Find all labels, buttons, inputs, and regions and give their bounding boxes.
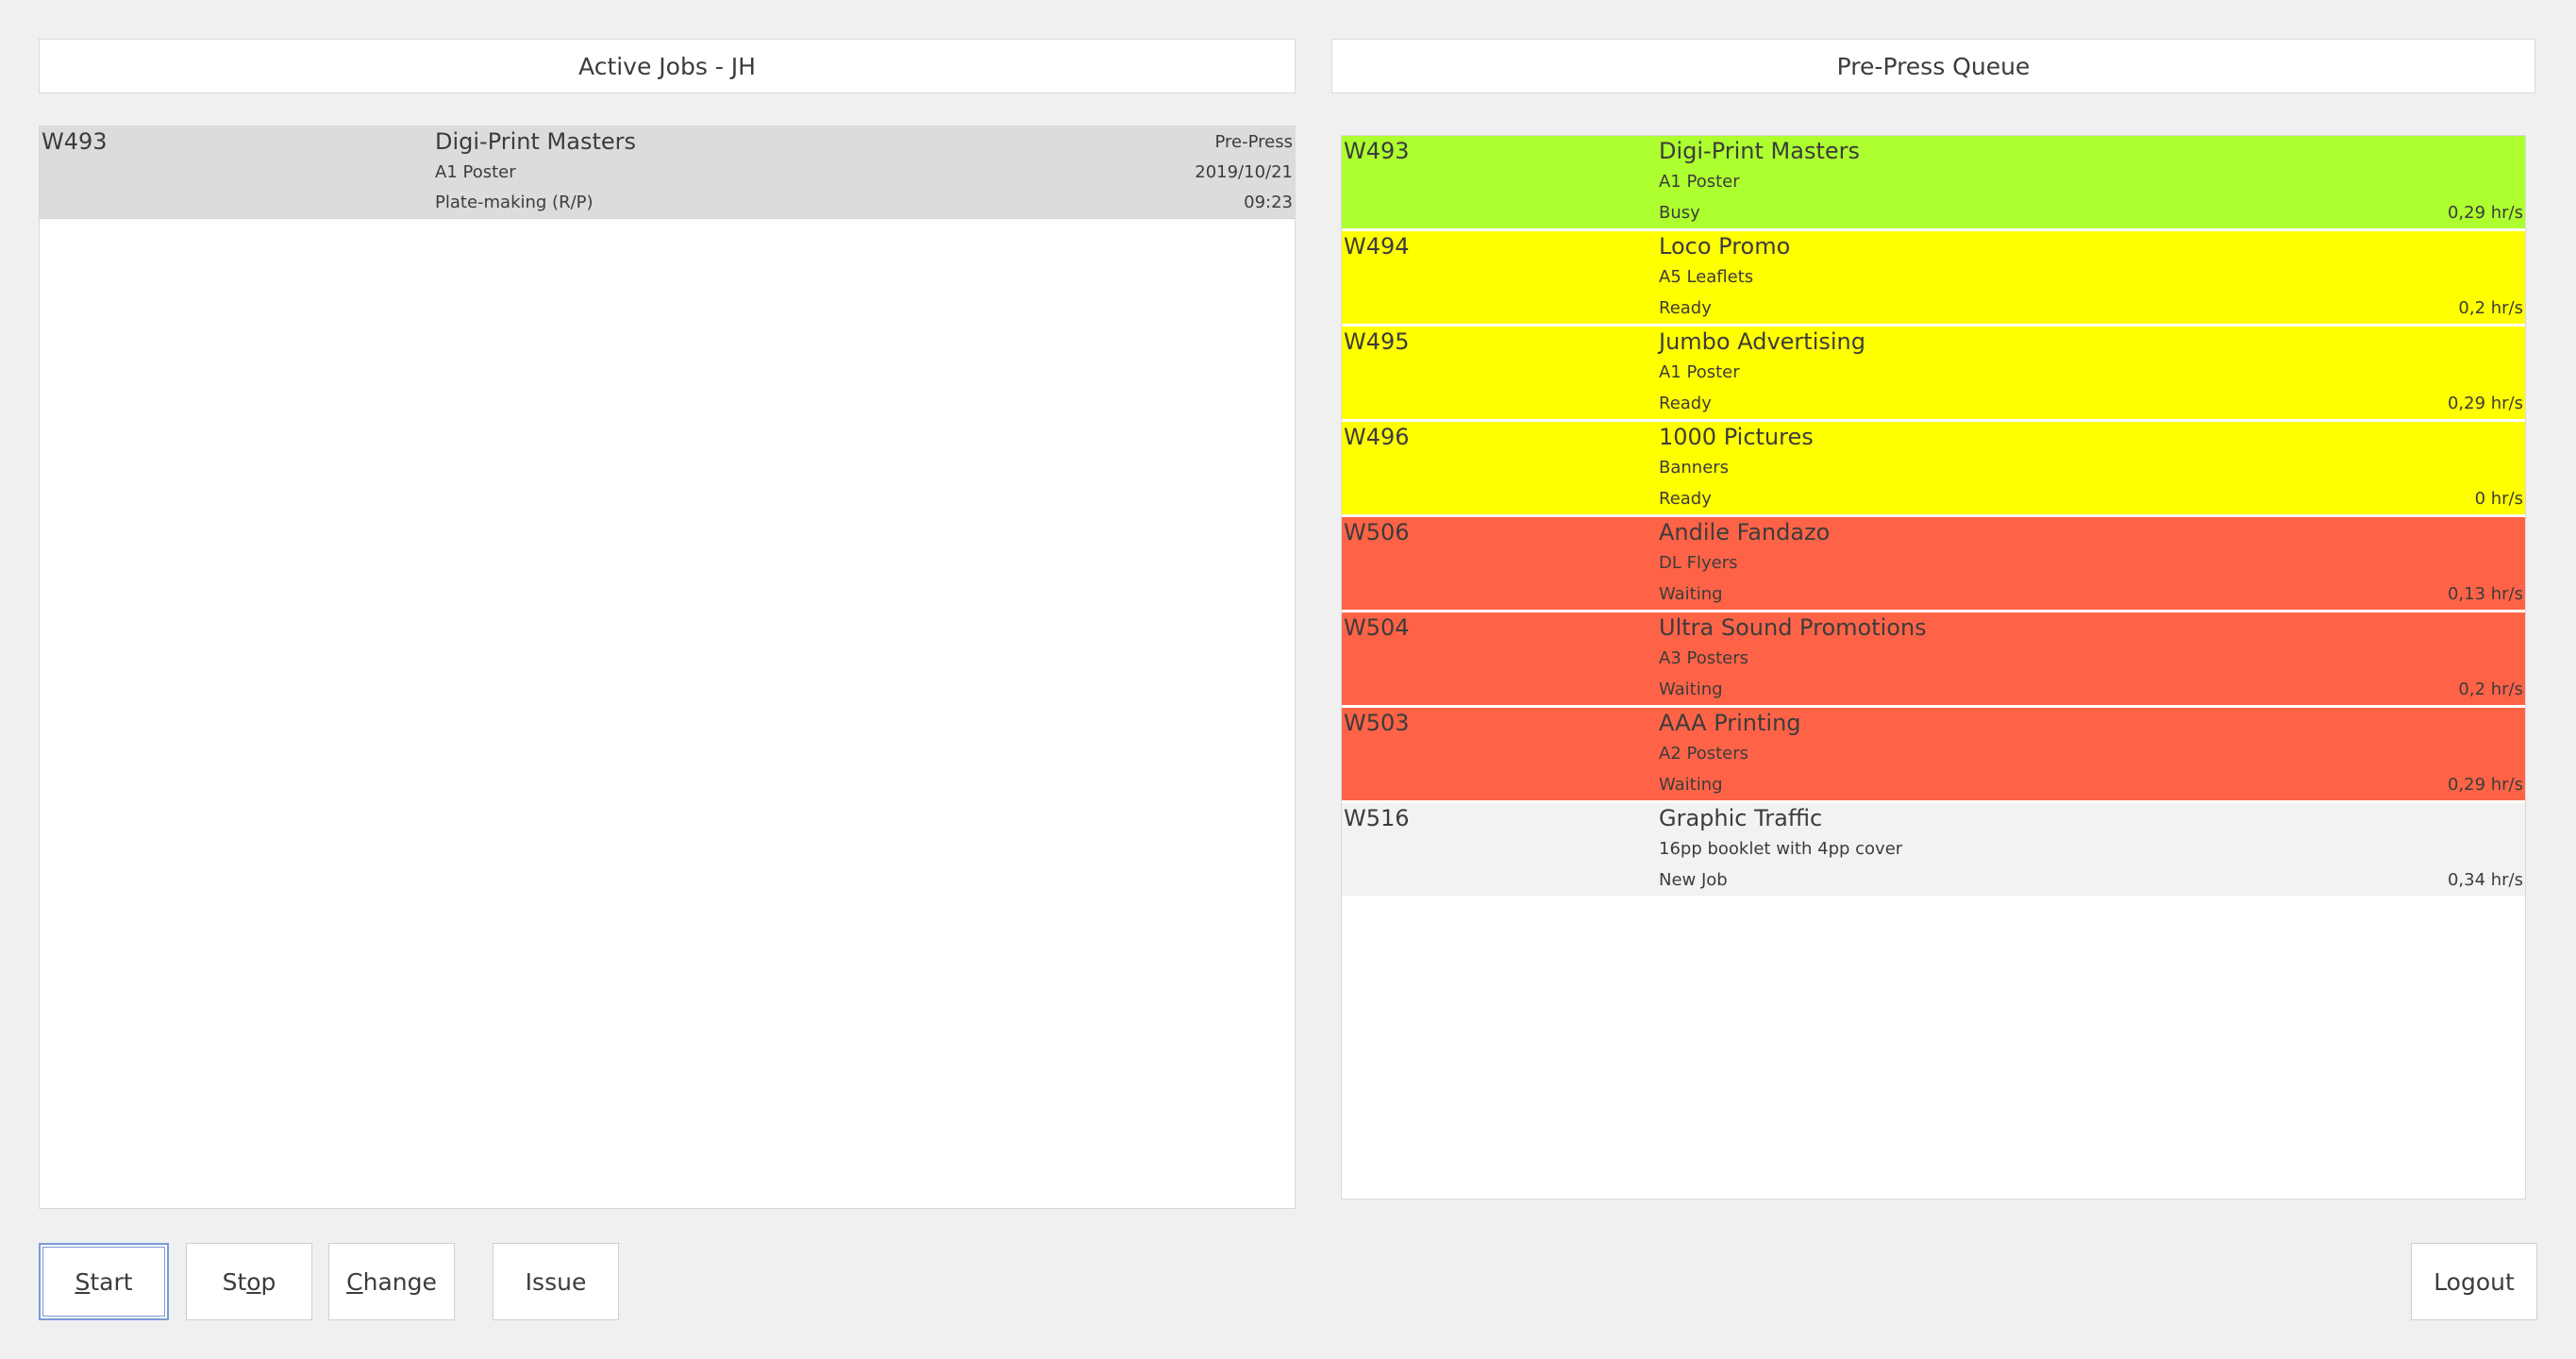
- job-rate: 0,29 hr/s: [2447, 394, 2523, 413]
- job-status: Ready: [1659, 489, 1712, 509]
- job-customer: 1000 Pictures: [1659, 424, 1814, 450]
- queue-row[interactable]: W506 Andile Fandazo DL Flyers Waiting 0,13 h…: [1342, 517, 2525, 610]
- queue-row[interactable]: W516 Graphic Traffic 16pp booklet with 4pp…: [1342, 803, 2525, 896]
- job-rate: 0,34 hr/s: [2447, 870, 2523, 890]
- job-product: A2 Posters: [1659, 744, 1749, 763]
- job-product: A1 Poster: [1659, 362, 1740, 382]
- job-customer: Digi-Print Masters: [435, 128, 637, 155]
- job-customer: Graphic Traffic: [1659, 805, 1823, 831]
- job-product: Banners: [1659, 458, 1730, 478]
- job-stage: Pre-Press: [1214, 132, 1294, 152]
- job-customer: AAA Printing: [1659, 710, 1801, 736]
- queue-list[interactable]: W493 Digi-Print Masters A1 Poster Busy 0,29 …: [1341, 135, 2526, 1200]
- queue-row[interactable]: W496 1000 Pictures Banners Ready 0 hr/s: [1342, 422, 2525, 514]
- queue-row[interactable]: W493 Digi-Print Masters A1 Poster Busy 0,29 …: [1342, 136, 2525, 228]
- job-customer: Andile Fandazo: [1659, 519, 1831, 545]
- job-code: W503: [1344, 710, 1410, 736]
- job-task: Plate-making (R/P): [435, 193, 594, 212]
- job-rate: 0,29 hr/s: [2447, 203, 2523, 223]
- job-date: 2019/10/21: [1195, 162, 1293, 182]
- active-job-row[interactable]: W493 Digi-Print Masters A1 Poster Plate-…: [40, 126, 1295, 219]
- change-mnemonic: C: [346, 1267, 363, 1296]
- job-status: Ready: [1659, 394, 1712, 413]
- job-rate: 0 hr/s: [2474, 489, 2523, 509]
- queue-row[interactable]: W503 AAA Printing A2 Posters Waiting 0,29 hr…: [1342, 708, 2525, 800]
- issue-button[interactable]: Issue: [493, 1243, 619, 1320]
- stop-mnemonic: o: [246, 1267, 261, 1296]
- job-product: A5 Leaflets: [1659, 267, 1754, 287]
- job-product: A1 Poster: [435, 162, 516, 182]
- job-rate: 0,13 hr/s: [2447, 584, 2523, 604]
- job-product: A1 Poster: [1659, 172, 1740, 192]
- stop-button[interactable]: St o p: [186, 1243, 312, 1320]
- job-code: W516: [1344, 805, 1410, 831]
- job-product: 16pp booklet with 4pp cover: [1659, 839, 1903, 859]
- active-jobs-header: Active Jobs - JH: [39, 39, 1296, 93]
- job-customer: Digi-Print Masters: [1659, 138, 1861, 164]
- job-status: Waiting: [1659, 680, 1723, 699]
- job-rate: 0,2 hr/s: [2458, 298, 2523, 318]
- stop-label-a: St: [222, 1267, 247, 1296]
- start-label: tart: [90, 1267, 133, 1296]
- start-mnemonic: S: [75, 1267, 91, 1296]
- job-rate: 0,2 hr/s: [2458, 680, 2523, 699]
- queue-row[interactable]: W495 Jumbo Advertising A1 Poster Ready 0,29 …: [1342, 327, 2525, 419]
- job-rate: 0,29 hr/s: [2447, 775, 2523, 795]
- start-button[interactable]: Start: [39, 1243, 169, 1320]
- job-customer: Loco Promo: [1659, 233, 1791, 260]
- job-code: W504: [1344, 614, 1410, 641]
- job-code: W496: [1344, 424, 1410, 450]
- job-status: Busy: [1659, 203, 1700, 223]
- job-time: 09:23: [1244, 193, 1293, 212]
- pre-press-queue-header: Pre-Press Queue: [1331, 39, 2535, 93]
- job-status: Waiting: [1659, 775, 1723, 795]
- active-jobs-list[interactable]: W493 Digi-Print Masters A1 Poster Plate-…: [39, 126, 1296, 1209]
- job-code: W493: [42, 128, 108, 155]
- job-status: Waiting: [1659, 584, 1723, 604]
- job-status: New Job: [1659, 870, 1728, 890]
- job-product: A3 Posters: [1659, 648, 1749, 668]
- queue-row[interactable]: W494 Loco Promo A5 Leaflets Ready 0,2 hr/s: [1342, 231, 2525, 324]
- job-code: W506: [1344, 519, 1410, 545]
- job-code: W495: [1344, 328, 1410, 355]
- logout-button[interactable]: Logout: [2411, 1243, 2537, 1320]
- change-label: hange: [362, 1267, 437, 1296]
- job-code: W493: [1344, 138, 1410, 164]
- queue-row[interactable]: W504 Ultra Sound Promotions A3 Posters Wait…: [1342, 612, 2525, 705]
- job-status: Ready: [1659, 298, 1712, 318]
- job-code: W494: [1344, 233, 1410, 260]
- job-product: DL Flyers: [1659, 553, 1738, 573]
- stop-label-b: p: [260, 1267, 276, 1296]
- change-button[interactable]: Change: [328, 1243, 455, 1320]
- job-customer: Jumbo Advertising: [1659, 328, 1865, 355]
- job-customer: Ultra Sound Promotions: [1659, 614, 1927, 641]
